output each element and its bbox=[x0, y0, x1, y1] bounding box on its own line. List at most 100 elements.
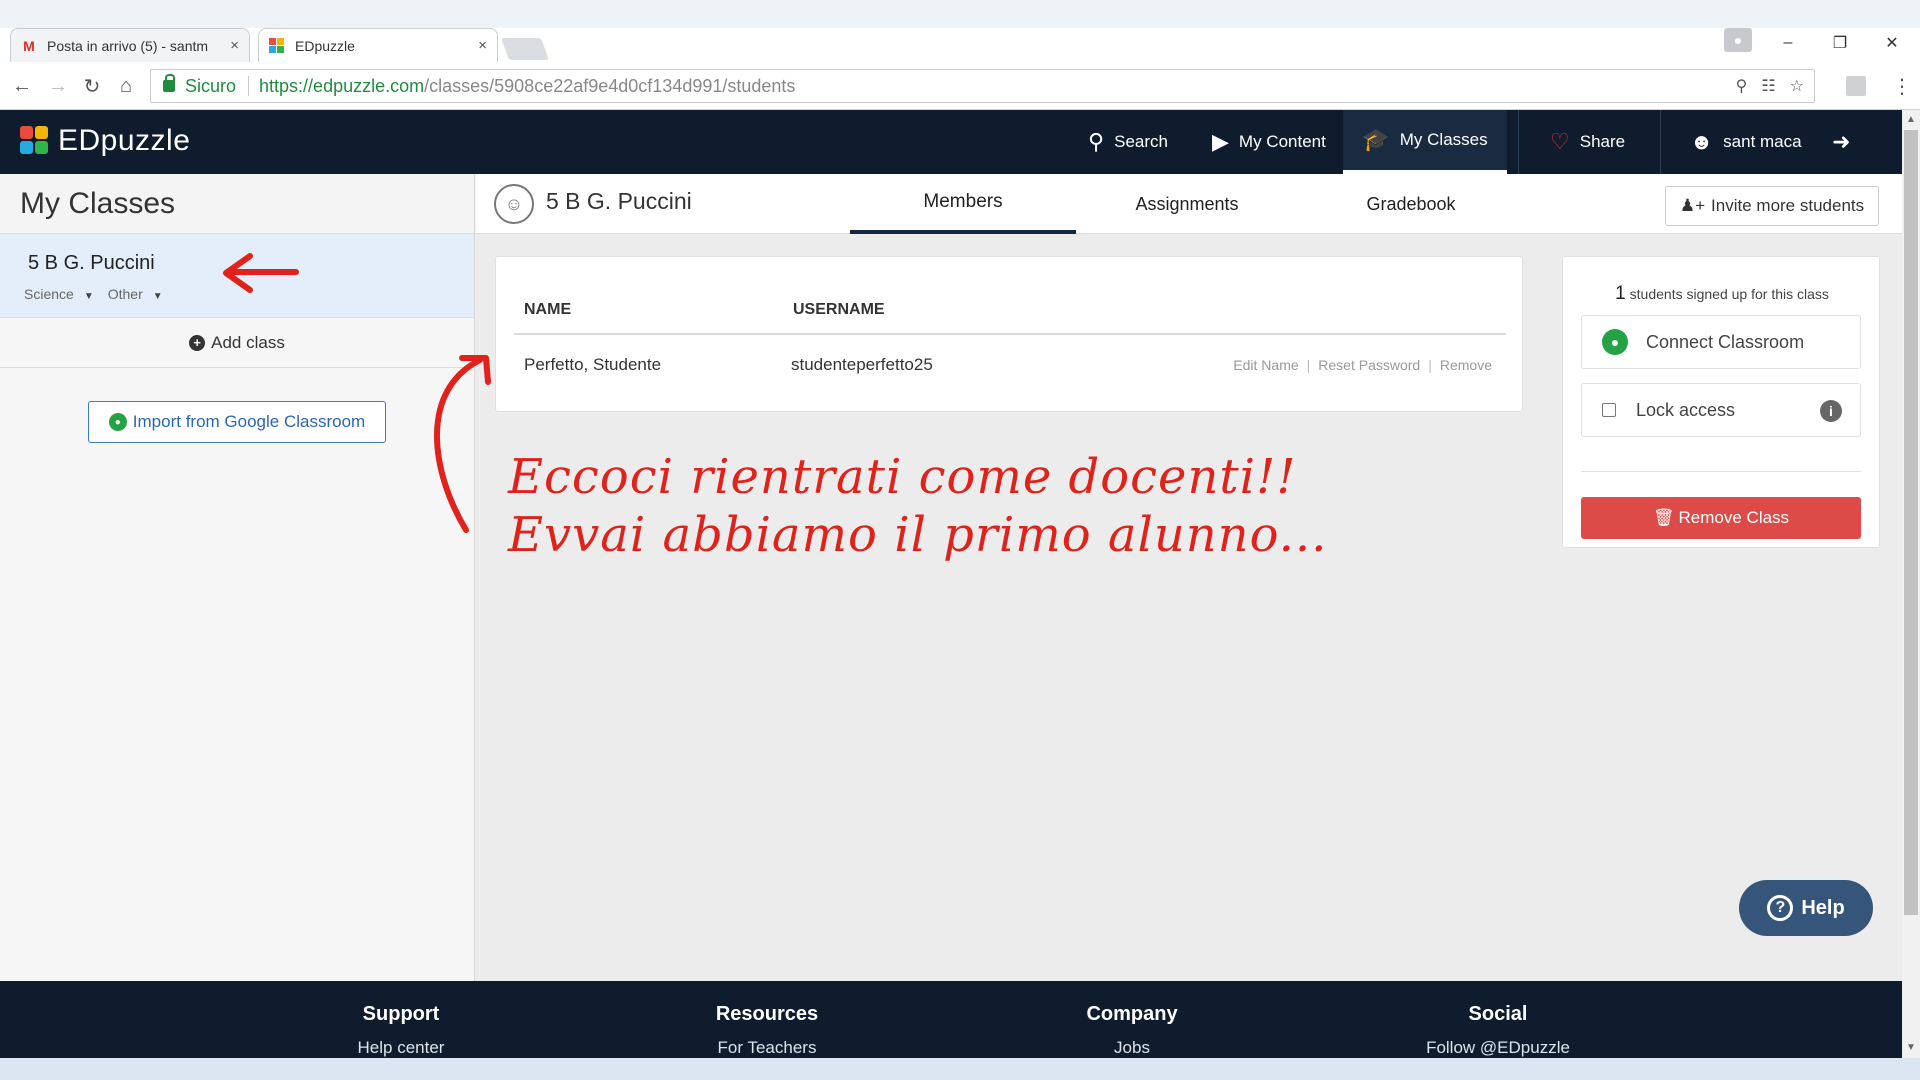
minimize-button[interactable]: – bbox=[1763, 28, 1813, 58]
user-icon: ☻ bbox=[1690, 129, 1714, 154]
url-host: https://edpuzzle.com bbox=[259, 75, 425, 96]
student-name: Perfetto, Studente bbox=[524, 355, 662, 374]
browser-titlebar bbox=[0, 0, 1920, 28]
tab-gmail[interactable]: M Posta in arrivo (5) - santm × bbox=[10, 28, 250, 62]
lock-icon bbox=[163, 74, 175, 92]
subject-dropdown[interactable]: Science ▼ bbox=[24, 286, 94, 302]
translate-icon[interactable]: ☷ bbox=[1761, 76, 1775, 96]
profile-icon[interactable]: ● bbox=[1724, 28, 1752, 52]
reload-icon[interactable]: ↻ bbox=[78, 72, 106, 100]
students-count: 1 students signed up for this class bbox=[1615, 283, 1829, 304]
graduation-cap-icon: 🎓 bbox=[1362, 127, 1390, 152]
class-name: 5 B G. Puccini bbox=[28, 252, 155, 274]
remove-class-button[interactable]: 🗑 Remove Class bbox=[1581, 497, 1861, 539]
footer: Support Help center Resources For Teache… bbox=[0, 981, 1902, 1058]
sidebar-title: My Classes bbox=[0, 174, 474, 234]
maximize-button[interactable]: ❐ bbox=[1815, 28, 1865, 58]
gmail-icon: M bbox=[23, 37, 35, 54]
scroll-down-icon[interactable]: ▼ bbox=[1906, 1042, 1916, 1053]
secure-label: Sicuro bbox=[185, 75, 237, 96]
add-class-button[interactable]: + Add class bbox=[0, 318, 474, 368]
footer-support: Support Help center bbox=[301, 1003, 501, 1058]
star-icon[interactable]: ☆ bbox=[1790, 76, 1804, 96]
heart-icon: ♡ bbox=[1550, 129, 1570, 154]
google-classroom-icon: ● bbox=[108, 413, 127, 431]
footer-link[interactable]: For Teachers bbox=[667, 1038, 867, 1058]
page-viewport: EDpuzzle ⚲ Search ▶ My Content 🎓 My Clas… bbox=[0, 110, 1902, 1058]
column-header-username: USERNAME bbox=[793, 301, 885, 318]
footer-link[interactable]: Jobs bbox=[1032, 1038, 1232, 1058]
annotation-text: Eccoci rientrati come docenti!! Evvai ab… bbox=[508, 449, 1328, 563]
class-title: 5 B G. Puccini bbox=[546, 188, 692, 214]
column-header-name: NAME bbox=[524, 301, 572, 318]
tab-edpuzzle[interactable]: EDpuzzle × bbox=[258, 28, 498, 62]
close-window-button[interactable]: ✕ bbox=[1867, 28, 1917, 58]
home-icon[interactable]: ⌂ bbox=[112, 72, 140, 100]
browser-tabstrip: M Posta in arrivo (5) - santm × EDpuzzle… bbox=[0, 28, 1920, 62]
class-settings-panel: 1 students signed up for this class ● Con… bbox=[1562, 256, 1880, 548]
page-scrollbar[interactable]: ▲ ▼ bbox=[1902, 110, 1920, 1058]
footer-resources: Resources For Teachers bbox=[667, 1003, 867, 1058]
close-icon[interactable]: × bbox=[230, 37, 239, 54]
caret-down-icon: ▼ bbox=[83, 291, 94, 302]
add-user-icon: ♟+ bbox=[1679, 196, 1706, 215]
nav-user[interactable]: ☻ sant maca bbox=[1690, 110, 1802, 174]
logout-button[interactable]: ➜ bbox=[1832, 110, 1860, 174]
connect-classroom-button[interactable]: ● Connect Classroom bbox=[1581, 315, 1861, 369]
key-icon[interactable]: ⚲ bbox=[1736, 76, 1748, 96]
url-input[interactable]: Sicuro https://edpuzzle.com/classes/5908… bbox=[150, 69, 1815, 103]
extension-icon[interactable] bbox=[1846, 76, 1866, 96]
google-classroom-icon: ● bbox=[1602, 329, 1628, 355]
puzzle-logo-icon bbox=[20, 126, 50, 156]
search-icon: ⚲ bbox=[1088, 129, 1105, 154]
forward-icon[interactable]: → bbox=[44, 72, 72, 100]
footer-social: Social Follow @EDpuzzle bbox=[1398, 1003, 1598, 1058]
nav-share[interactable]: ♡ Share bbox=[1550, 110, 1625, 174]
footer-company: Company Jobs bbox=[1032, 1003, 1232, 1058]
reset-password-link[interactable]: Reset Password bbox=[1318, 357, 1420, 373]
address-bar: ← → ↻ ⌂ Sicuro https://edpuzzle.com/clas… bbox=[0, 62, 1920, 110]
class-list-item[interactable]: 5 B G. Puccini Science ▼ Other ▼ bbox=[0, 234, 474, 318]
classes-sidebar: My Classes 5 B G. Puccini Science ▼ Other… bbox=[0, 174, 475, 982]
url-path: /classes/5908ce22af9e4d0cf134d991/studen… bbox=[424, 75, 796, 96]
grade-dropdown[interactable]: Other ▼ bbox=[108, 286, 163, 302]
tab-assignments[interactable]: Assignments bbox=[1074, 174, 1300, 234]
members-table: NAME USERNAME Perfetto, Studente student… bbox=[495, 256, 1523, 412]
invite-students-button[interactable]: ♟+ Invite more students bbox=[1665, 186, 1879, 226]
nav-my-content[interactable]: ▶ My Content bbox=[1212, 110, 1326, 174]
tab-members[interactable]: Members bbox=[850, 174, 1076, 234]
trash-icon: 🗑 bbox=[1652, 508, 1675, 527]
class-avatar-icon: ☺ bbox=[494, 184, 534, 224]
footer-link[interactable]: Follow @EDpuzzle bbox=[1398, 1038, 1598, 1058]
menu-icon[interactable]: ⋮ bbox=[1892, 74, 1912, 99]
class-header: ☺ 5 B G. Puccini Members Assignments Gra… bbox=[476, 174, 1902, 234]
student-username: studenteperfetto25 bbox=[791, 355, 933, 374]
footer-link[interactable]: Help center bbox=[301, 1038, 501, 1058]
edit-name-link[interactable]: Edit Name bbox=[1233, 357, 1298, 373]
remove-student-link[interactable]: Remove bbox=[1440, 357, 1492, 373]
top-navigation: EDpuzzle ⚲ Search ▶ My Content 🎓 My Clas… bbox=[0, 110, 1902, 174]
play-icon: ▶ bbox=[1212, 129, 1229, 154]
close-icon[interactable]: × bbox=[478, 37, 487, 54]
nav-search[interactable]: ⚲ Search bbox=[1088, 110, 1168, 174]
edpuzzle-favicon-icon bbox=[269, 37, 285, 54]
back-icon[interactable]: ← bbox=[8, 72, 36, 100]
logout-icon: ➜ bbox=[1832, 129, 1851, 154]
brand-name: EDpuzzle bbox=[58, 124, 191, 157]
new-tab-button[interactable] bbox=[500, 38, 550, 60]
edpuzzle-logo[interactable]: EDpuzzle bbox=[20, 124, 190, 158]
tab-label: EDpuzzle bbox=[295, 37, 355, 54]
lock-access-checkbox[interactable] bbox=[1602, 403, 1616, 417]
plus-circle-icon: + bbox=[189, 334, 206, 351]
tab-gradebook[interactable]: Gradebook bbox=[1298, 174, 1524, 234]
caret-down-icon: ▼ bbox=[152, 291, 163, 302]
taskbar-strip bbox=[0, 1058, 1920, 1080]
nav-my-classes[interactable]: 🎓 My Classes bbox=[1343, 110, 1507, 174]
import-google-classroom-button[interactable]: ● Import from Google Classroom bbox=[88, 401, 386, 443]
scrollbar-thumb[interactable] bbox=[1904, 130, 1918, 915]
info-icon[interactable]: i bbox=[1820, 400, 1842, 422]
question-icon: ? bbox=[1767, 895, 1794, 921]
help-button[interactable]: ? Help bbox=[1739, 880, 1873, 936]
lock-access-option: Lock access i bbox=[1581, 383, 1861, 437]
scroll-up-icon[interactable]: ▲ bbox=[1906, 114, 1916, 125]
